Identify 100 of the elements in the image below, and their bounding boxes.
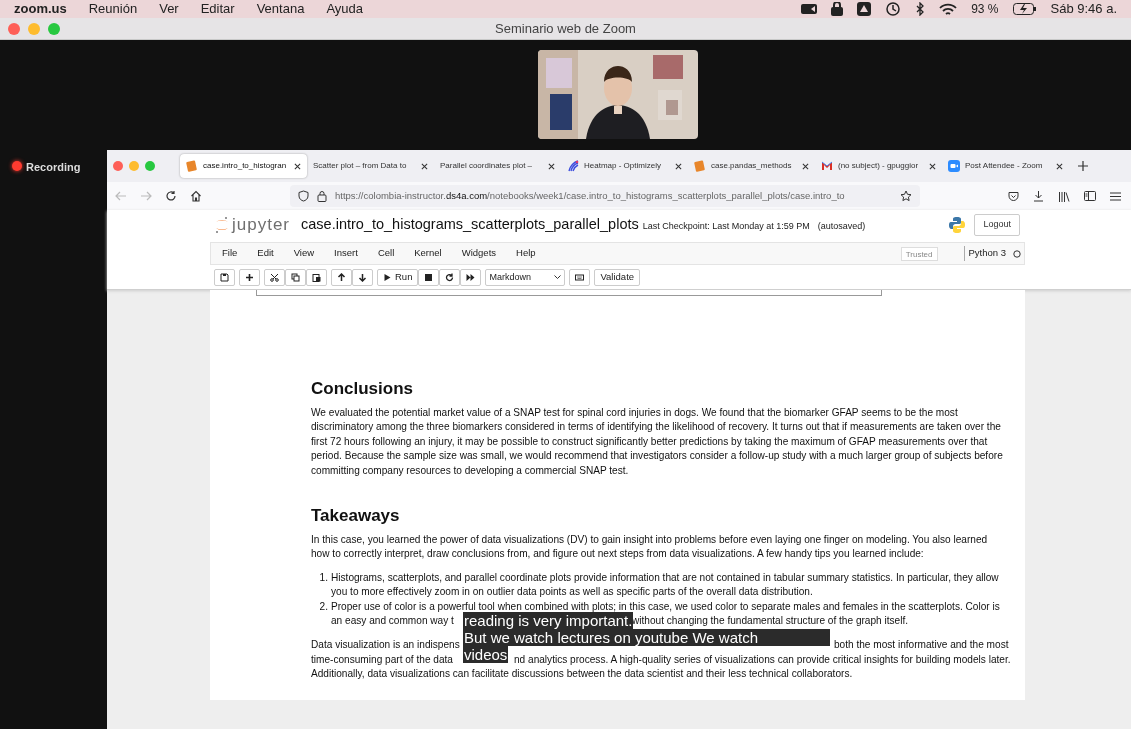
window-title: Seminario web de Zoom	[494, 19, 637, 38]
video-camera-icon	[948, 160, 960, 172]
browser-tab[interactable]: case.intro_to_histogran	[180, 154, 307, 178]
book-icon	[186, 160, 198, 172]
close-icon[interactable]	[1056, 162, 1063, 170]
notebook-title[interactable]: case.intro_to_histograms_scatterplots_parallel_plots	[301, 214, 639, 236]
menu-icon[interactable]	[1110, 191, 1121, 201]
chevron-icon	[554, 275, 562, 280]
lock-icon[interactable]	[831, 2, 844, 16]
recording-label: Recording	[26, 160, 81, 175]
reload-icon[interactable]	[165, 190, 177, 202]
close-button[interactable]	[113, 161, 123, 171]
run-all-button[interactable]	[460, 269, 482, 286]
close-icon[interactable]	[421, 162, 428, 170]
menu-item[interactable]: Insert	[334, 246, 358, 261]
text-line: Data visualization is an indispens	[311, 639, 460, 651]
list-number: 2.	[318, 599, 328, 614]
text-line: without changing the fundamental structure of the graph itself.	[632, 614, 909, 629]
autosave-status: (autosaved)	[817, 219, 866, 233]
battery-icon[interactable]	[1012, 3, 1037, 15]
keyboard-icon	[575, 273, 585, 282]
menu-item[interactable]: File	[222, 246, 238, 261]
plus-icon[interactable]	[1078, 161, 1088, 171]
close-icon[interactable]	[929, 162, 936, 170]
add-cell-button[interactable]	[239, 269, 260, 286]
app-menu[interactable]: zoom.us	[14, 0, 67, 19]
menu-item[interactable]: View	[293, 246, 315, 261]
sidebar-icon[interactable]	[1084, 191, 1096, 201]
menu-item[interactable]: Ver	[159, 0, 179, 19]
close-icon[interactable]	[675, 162, 682, 170]
browser-tab[interactable]: Post Attendee - Zoom	[942, 154, 1069, 178]
pocket-icon[interactable]	[1008, 190, 1019, 202]
copy-icon	[291, 273, 300, 282]
caption-text: reading is very important.	[463, 612, 634, 629]
validate-button[interactable]: Validate	[594, 269, 641, 286]
restart-button[interactable]	[439, 269, 461, 286]
text-line: you to more effectively zoom in on outlier data points as well as specific parts of the overall data distribution.	[331, 585, 813, 600]
plus-icon	[245, 273, 254, 282]
close-icon[interactable]	[548, 162, 555, 170]
browser-tab[interactable]: Scatter plot – from Data to	[307, 154, 434, 178]
paste-button[interactable]	[306, 269, 327, 286]
menu-item[interactable]: Editar	[200, 0, 235, 19]
menu-item[interactable]: Widgets	[461, 246, 497, 261]
tab-title: (no subject) - gpuggior	[838, 160, 920, 172]
browser-tab[interactable]: case.pandas_methods	[688, 154, 815, 178]
menu-item[interactable]: Ventana	[256, 0, 305, 19]
move-down-button[interactable]	[352, 269, 373, 286]
camera-icon[interactable]	[801, 3, 818, 15]
stop-icon	[424, 273, 434, 282]
save-button[interactable]	[214, 269, 235, 286]
battery-percent: 93 %	[971, 1, 999, 18]
menu-item[interactable]: Edit	[257, 246, 274, 261]
download-icon[interactable]	[1033, 190, 1044, 202]
wifi-icon[interactable]	[939, 2, 958, 16]
stop-button[interactable]	[418, 269, 440, 286]
list-number: 1.	[318, 570, 328, 585]
menu-item[interactable]: Reunión	[88, 0, 138, 19]
menu-item[interactable]: Cell	[377, 246, 395, 261]
bluetooth-icon[interactable]	[915, 2, 926, 16]
text-line: Additionally, data visualizations can facilitate discussions between the data scientist and their less technical collaborators.	[311, 667, 853, 682]
copy-button[interactable]	[285, 269, 306, 286]
jupyter-logo-icon	[215, 216, 229, 234]
clock-icon[interactable]	[885, 2, 902, 16]
jupyter-wordmark: jupyter	[232, 214, 291, 237]
drive-icon[interactable]	[857, 2, 872, 16]
fast-forward-icon	[466, 273, 476, 282]
play-icon	[383, 273, 392, 282]
browser-tab[interactable]: Heatmap - Optimizely	[561, 154, 688, 178]
cut-button[interactable]	[264, 269, 285, 286]
tab-title: Scatter plot – from Data to	[313, 160, 408, 172]
paragraph: We evaluated the potential market value of a SNAP test for spinal cord injuries in dogs. We found that the biomarker GFAP seems to be the most discriminatory among the three biomarkers considered in terms of identifying the likelihood of recovery. It turns out that if measurements are taken over the first 72 hours following an injury, it may be possible to construct significantly better predictions by taking the maximum of GFAP measurements over that period. Because the sample size was small, we would recommend that investigators consider a follow-up study with a much larger group of subjects before committing company resources to developing a commercial SNAP test.	[311, 406, 1004, 478]
menu-item[interactable]: Kernel	[414, 246, 442, 261]
trusted-indicator[interactable]: Trusted	[900, 246, 938, 261]
tab-title: case.pandas_methods	[711, 160, 793, 172]
run-button[interactable]: Run	[377, 269, 419, 286]
close-icon[interactable]	[294, 162, 301, 170]
browser-tab[interactable]: Parallel coordinates plot –	[434, 154, 561, 178]
home-icon[interactable]	[190, 190, 202, 202]
reload-icon	[445, 273, 455, 282]
keyboard-button[interactable]	[569, 269, 591, 286]
ribbon-icon	[567, 160, 579, 172]
library-icon[interactable]	[1058, 190, 1070, 202]
text-line: Histograms, scatterplots, and parallel coordinate plots provide information that are not contained in tabular summary statistics. In particular, they allow	[331, 570, 999, 585]
close-icon[interactable]	[802, 162, 809, 170]
star-icon[interactable]	[900, 190, 912, 202]
text-line: nd analytics process. A high-quality series of visualizations can provide critical insights for building models later.	[514, 652, 1011, 667]
move-up-button[interactable]	[331, 269, 352, 286]
url-field[interactable]: https://colombia-instructor.ds4a.com/notebooks/week1/case.intro_to_histograms_scatterplots_parallel_plots/case.intro_to	[290, 185, 920, 207]
logout-button[interactable]: Logout	[974, 214, 1020, 236]
menu-item[interactable]: Help	[516, 246, 536, 261]
scissors-icon	[270, 273, 279, 282]
cell-type-select[interactable]: Markdown	[485, 269, 566, 286]
python-logo-icon	[948, 216, 967, 234]
menu-item[interactable]: Ayuda	[326, 0, 363, 19]
up-arrow-icon	[337, 273, 346, 282]
clipboard-icon	[312, 273, 321, 282]
url-text: https://colombia-instructor.ds4a.com/notebooks/week1/case.intro_to_histograms_scatterplots_parallel_plots/case.intro_to	[335, 188, 846, 203]
browser-tab[interactable]: (no subject) - gpuggior	[815, 154, 942, 178]
caption-text: But we watch lectures on youtube We watch	[463, 629, 830, 646]
tab-title: Post Attendee - Zoom	[965, 160, 1044, 172]
